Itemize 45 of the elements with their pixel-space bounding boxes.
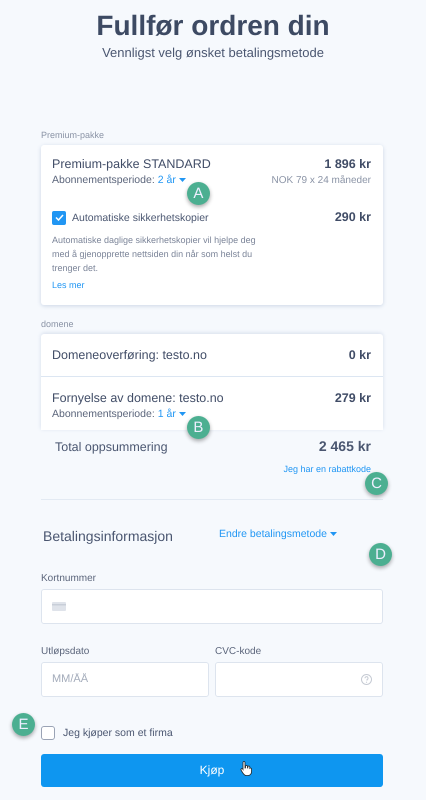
callout-marker: D [369,542,392,566]
callout-marker: E [12,713,35,736]
read-more-link[interactable]: Les mer [52,280,85,290]
field-label: Utløpsdato [41,646,90,656]
section-label: domene [41,318,74,328]
period-label: Abonnementsperiode: [52,174,155,186]
period-dropdown[interactable]: 1 år [158,408,186,420]
domain-item-price: 0 kr [348,348,371,362]
help-icon [361,674,372,684]
field-label: CVC-kode [215,646,262,656]
page-subtitle: Vennligst velg ønsket betalingsmetode [102,45,324,60]
caret-icon [178,412,186,416]
callout-marker: C [365,472,388,494]
card-icon [52,602,66,610]
total-amount: 2 465 kr [318,438,371,454]
discount-code-link[interactable]: Jeg har en rabattkode [283,464,371,474]
cvc-field[interactable] [215,662,383,696]
company-checkbox-label: Jeg kjøper som et firma [63,726,173,738]
card-number-field[interactable] [41,588,383,624]
buy-button[interactable]: Kjøp [41,754,383,786]
total-label: Total oppsummering [55,440,168,454]
domain-item-name: Fornyelse av domene: testo.no [52,390,224,404]
domain-item-price: 279 kr [334,390,371,404]
section-title: Betalingsinformasjon [43,528,173,544]
caret-icon [330,532,337,536]
price-note: NOK 79 x 24 måneder [272,175,371,186]
change-payment-method-link[interactable]: Endre betalingsmetode [218,528,337,540]
package-price: 1 896 kr [324,157,371,171]
domain-item-name: Domeneoverføring: testo.no [52,348,207,362]
addon-description: Automatiske daglige sikkerhetskopier vil hjelpe deg med å gjenopprette nettsiden din når som helst du trenger det. [52,234,257,274]
checkbox[interactable] [52,210,66,224]
checkbox[interactable] [41,726,55,740]
check-icon [54,214,64,221]
addon-label: Automatiske sikkerhetskopier [72,212,209,224]
callout-marker: A [186,182,210,205]
caret-icon [178,178,186,182]
period-dropdown[interactable]: 2 år [158,174,186,186]
period-label: Abonnementsperiode: [52,408,155,420]
page-title: Fullfør ordren din [96,10,330,42]
package-name: Premium-pakke STANDARD [52,157,211,171]
callout-marker: B [186,416,210,438]
field-label: Kortnummer [41,572,96,584]
section-label: Premium-pakke [41,130,104,140]
addon-price: 290 kr [334,210,371,224]
hand-cursor-icon [240,761,252,776]
